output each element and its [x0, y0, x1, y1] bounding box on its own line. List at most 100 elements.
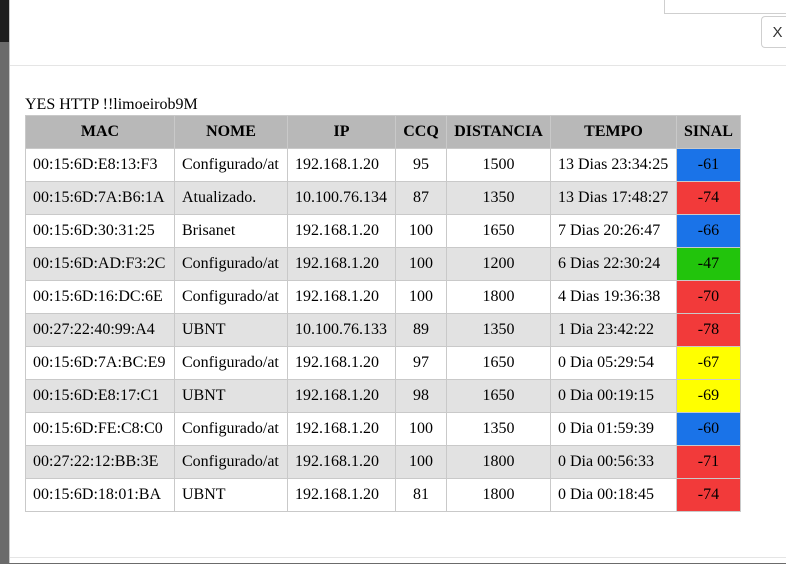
column-header-ccq: CCQ: [395, 115, 447, 149]
cell-distancia: 1350: [446, 412, 551, 446]
signal-badge: -60: [676, 412, 741, 446]
cell-distancia: 1650: [446, 214, 551, 248]
cell-ccq: 100: [395, 445, 447, 479]
cell-mac: 00:27:22:12:BB:3E: [25, 445, 175, 479]
table-body: 00:15:6D:E8:13:F3 Configurado/at 192.168.1…: [25, 148, 741, 512]
cell-ccq: 100: [395, 247, 447, 281]
cell-mac: 00:15:6D:16:DC:6E: [25, 280, 175, 314]
cell-distancia: 1800: [446, 445, 551, 479]
cell-nome: Configurado/at: [174, 412, 288, 446]
cell-tempo: 0 Dia 01:59:39: [550, 412, 677, 446]
column-header-sinal: SINAL: [676, 115, 741, 149]
signal-badge: -66: [676, 214, 741, 248]
table-row: 00:27:22:40:99:A4 UBNT 10.100.76.133 89 1350…: [25, 313, 741, 347]
cell-nome: Configurado/at: [174, 148, 288, 182]
table-row: 00:27:22:12:BB:3E Configurado/at 192.168.1…: [25, 445, 741, 479]
cell-ccq: 100: [395, 280, 447, 314]
column-header-ip: IP: [287, 115, 396, 149]
cell-ip: 10.100.76.134: [287, 181, 396, 215]
column-header-mac: MAC: [25, 115, 175, 149]
cell-nome: Configurado/at: [174, 247, 288, 281]
cell-ip: 192.168.1.20: [287, 346, 396, 380]
table-row: 00:15:6D:E8:17:C1 UBNT 192.168.1.20 98 1650 0…: [25, 379, 741, 413]
cell-ccq: 100: [395, 412, 447, 446]
cell-ccq: 97: [395, 346, 447, 380]
cell-ccq: 98: [395, 379, 447, 413]
cell-ip: 192.168.1.20: [287, 478, 396, 512]
cell-ccq: 95: [395, 148, 447, 182]
cell-tempo: 0 Dia 05:29:54: [550, 346, 677, 380]
signal-badge: -78: [676, 313, 741, 347]
modal-header: X: [10, 0, 786, 66]
cell-ip: 192.168.1.20: [287, 280, 396, 314]
table-row: 00:15:6D:7A:BC:E9 Configurado/at 192.168.1…: [25, 346, 741, 380]
cell-ccq: 89: [395, 313, 447, 347]
cell-nome: Configurado/at: [174, 280, 288, 314]
cell-distancia: 1350: [446, 313, 551, 347]
cell-distancia: 1200: [446, 247, 551, 281]
cell-mac: 00:15:6D:18:01:BA: [25, 478, 175, 512]
cell-nome: Configurado/at: [174, 346, 288, 380]
cell-mac: 00:15:6D:7A:B6:1A: [25, 181, 175, 215]
cell-tempo: 1 Dia 23:42:22: [550, 313, 677, 347]
cell-tempo: 4 Dias 19:36:38: [550, 280, 677, 314]
cell-tempo: 0 Dia 00:19:15: [550, 379, 677, 413]
cell-distancia: 1800: [446, 478, 551, 512]
signal-badge: -74: [676, 181, 741, 215]
modal-dialog: X YES HTTP !!limoeirob9M MAC NOME IP CCQ…: [9, 0, 786, 563]
cell-nome: Atualizado.: [174, 181, 288, 215]
cell-nome: UBNT: [174, 313, 288, 347]
cell-ccq: 81: [395, 478, 447, 512]
cell-mac: 00:15:6D:FE:C8:C0: [25, 412, 175, 446]
modal-heading: YES HTTP !!limoeirob9M: [25, 96, 198, 113]
cell-nome: UBNT: [174, 379, 288, 413]
cell-ip: 10.100.76.133: [287, 313, 396, 347]
column-header-tempo: TEMPO: [550, 115, 677, 149]
cell-distancia: 1650: [446, 379, 551, 413]
table-row: 00:15:6D:18:01:BA UBNT 192.168.1.20 81 1800 0…: [25, 478, 741, 512]
cell-ccq: 100: [395, 214, 447, 248]
signal-badge: -69: [676, 379, 741, 413]
cell-nome: Brisanet: [174, 214, 288, 248]
cell-tempo: 7 Dias 20:26:47: [550, 214, 677, 248]
cell-distancia: 1350: [446, 181, 551, 215]
cell-nome: UBNT: [174, 478, 288, 512]
cell-mac: 00:27:22:40:99:A4: [25, 313, 175, 347]
cell-tempo: 13 Dias 23:34:25: [550, 148, 677, 182]
signal-badge: -70: [676, 280, 741, 314]
signal-badge: -74: [676, 478, 741, 512]
signal-table: MAC NOME IP CCQ DISTANCIA TEMPO SINAL 00…: [25, 115, 741, 512]
header-strip: [664, 0, 786, 14]
cell-tempo: 6 Dias 22:30:24: [550, 247, 677, 281]
cell-mac: 00:15:6D:7A:BC:E9: [25, 346, 175, 380]
cell-ip: 192.168.1.20: [287, 247, 396, 281]
cell-distancia: 1650: [446, 346, 551, 380]
cell-ip: 192.168.1.20: [287, 148, 396, 182]
cell-distancia: 1800: [446, 280, 551, 314]
cell-ccq: 87: [395, 181, 447, 215]
signal-badge: -67: [676, 346, 741, 380]
cell-tempo: 0 Dia 00:56:33: [550, 445, 677, 479]
table-row: 00:15:6D:7A:B6:1A Atualizado. 10.100.76.13…: [25, 181, 741, 215]
table-row: 00:15:6D:E8:13:F3 Configurado/at 192.168.1…: [25, 148, 741, 182]
close-button[interactable]: X: [761, 16, 786, 48]
table-row: 00:15:6D:AD:F3:2C Configurado/at 192.168.1…: [25, 247, 741, 281]
cell-tempo: 13 Dias 17:48:27: [550, 181, 677, 215]
cell-mac: 00:15:6D:E8:17:C1: [25, 379, 175, 413]
cell-ip: 192.168.1.20: [287, 445, 396, 479]
cell-mac: 00:15:6D:30:31:25: [25, 214, 175, 248]
cell-tempo: 0 Dia 00:18:45: [550, 478, 677, 512]
signal-badge: -61: [676, 148, 741, 182]
cell-distancia: 1500: [446, 148, 551, 182]
signal-badge: -47: [676, 247, 741, 281]
column-header-distancia: DISTANCIA: [446, 115, 551, 149]
table-header-row: MAC NOME IP CCQ DISTANCIA TEMPO SINAL: [25, 115, 741, 149]
signal-badge: -71: [676, 445, 741, 479]
cell-nome: Configurado/at: [174, 445, 288, 479]
table-row: 00:15:6D:16:DC:6E Configurado/at 192.168.1…: [25, 280, 741, 314]
table-row: 00:15:6D:30:31:25 Brisanet 192.168.1.20 100…: [25, 214, 741, 248]
table-row: 00:15:6D:FE:C8:C0 Configurado/at 192.168.1…: [25, 412, 741, 446]
cell-ip: 192.168.1.20: [287, 214, 396, 248]
cell-mac: 00:15:6D:E8:13:F3: [25, 148, 175, 182]
cell-mac: 00:15:6D:AD:F3:2C: [25, 247, 175, 281]
